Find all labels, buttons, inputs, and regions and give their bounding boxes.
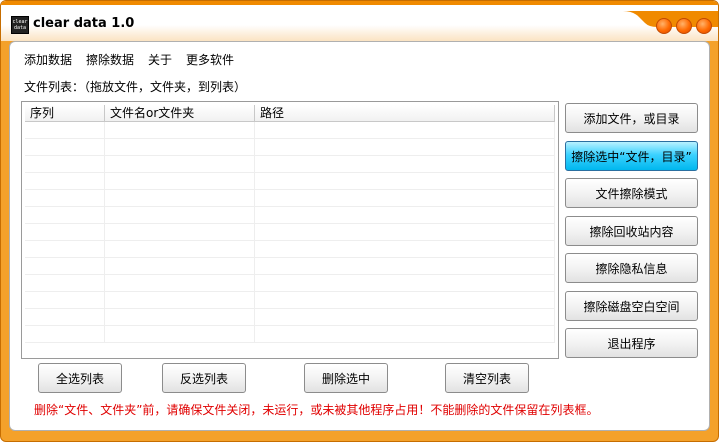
- table-row[interactable]: [25, 139, 555, 156]
- table-cell: [255, 122, 555, 138]
- add-file-or-folder-button[interactable]: 添加文件，或目录: [565, 103, 698, 133]
- table-row[interactable]: [25, 275, 555, 292]
- table-cell: [105, 309, 255, 325]
- app-icon: clear data: [11, 16, 29, 34]
- table-row[interactable]: [25, 292, 555, 309]
- table-cell: [105, 173, 255, 189]
- exit-button[interactable]: 退出程序: [565, 328, 698, 358]
- table-cell: [105, 224, 255, 240]
- client-area: 添加数据 擦除数据 关于 更多软件 文件列表：（拖放文件，文件夹，到列表） 序列…: [9, 41, 710, 431]
- table-row[interactable]: [25, 122, 555, 139]
- menu-add-data[interactable]: 添加数据: [24, 51, 72, 68]
- table-row[interactable]: [25, 190, 555, 207]
- list-body[interactable]: [25, 122, 555, 354]
- table-cell: [255, 224, 555, 240]
- table-cell: [105, 122, 255, 138]
- menu-erase-data[interactable]: 擦除数据: [86, 51, 134, 68]
- file-list[interactable]: 序列 文件名or文件夹 路径: [21, 101, 559, 359]
- close-icon[interactable]: [696, 18, 712, 34]
- table-cell: [255, 207, 555, 223]
- table-row[interactable]: [25, 326, 555, 343]
- clear-list-button[interactable]: 清空列表: [445, 363, 529, 393]
- table-cell: [255, 139, 555, 155]
- table-cell: [255, 309, 555, 325]
- table-row[interactable]: [25, 224, 555, 241]
- table-cell: [255, 190, 555, 206]
- table-row[interactable]: [25, 173, 555, 190]
- table-cell: [255, 173, 555, 189]
- table-cell: [25, 139, 105, 155]
- menu-bar: 添加数据 擦除数据 关于 更多软件: [24, 51, 234, 68]
- table-row[interactable]: [25, 258, 555, 275]
- erase-free-space-button[interactable]: 擦除磁盘空白空间: [565, 291, 698, 321]
- title-stripe: [1, 1, 718, 5]
- table-cell: [25, 275, 105, 291]
- table-cell: [255, 156, 555, 172]
- table-cell: [105, 275, 255, 291]
- table-cell: [255, 292, 555, 308]
- table-cell: [255, 241, 555, 257]
- table-cell: [105, 207, 255, 223]
- table-row[interactable]: [25, 207, 555, 224]
- maximize-icon[interactable]: [676, 18, 692, 34]
- table-row[interactable]: [25, 309, 555, 326]
- table-cell: [105, 326, 255, 342]
- table-cell: [25, 122, 105, 138]
- warning-text: 删除“文件、文件夹”前，请确保文件关闭，未运行，或未被其他程序占用！不能删除的文…: [34, 403, 599, 417]
- column-header-name[interactable]: 文件名or文件夹: [105, 105, 255, 121]
- file-erase-mode-button[interactable]: 文件擦除模式: [565, 178, 698, 208]
- file-list-label: 文件列表：（拖放文件，文件夹，到列表）: [24, 80, 247, 94]
- erase-recycle-bin-button[interactable]: 擦除回收站内容: [565, 216, 698, 246]
- delete-selected-button[interactable]: 删除选中: [304, 363, 388, 393]
- table-cell: [25, 326, 105, 342]
- column-header-index[interactable]: 序列: [25, 105, 105, 121]
- erase-selected-button[interactable]: 擦除选中“文件，目录”: [565, 141, 698, 171]
- table-cell: [105, 190, 255, 206]
- window-title: clear data 1.0: [33, 16, 135, 31]
- invert-selection-button[interactable]: 反选列表: [162, 363, 246, 393]
- app-window: clear data clear data 1.0 添加数据 擦除数据 关于 更…: [0, 0, 719, 442]
- erase-privacy-info-button[interactable]: 擦除隐私信息: [565, 253, 698, 283]
- table-cell: [105, 241, 255, 257]
- table-row[interactable]: [25, 156, 555, 173]
- table-cell: [25, 173, 105, 189]
- table-cell: [105, 156, 255, 172]
- menu-about[interactable]: 关于: [148, 51, 172, 68]
- table-cell: [105, 292, 255, 308]
- table-cell: [25, 156, 105, 172]
- table-cell: [25, 190, 105, 206]
- table-cell: [25, 224, 105, 240]
- title-bar[interactable]: clear data clear data 1.0: [1, 1, 718, 41]
- table-cell: [255, 258, 555, 274]
- table-cell: [25, 292, 105, 308]
- table-cell: [25, 258, 105, 274]
- table-cell: [25, 207, 105, 223]
- minimize-icon[interactable]: [656, 18, 672, 34]
- select-all-button[interactable]: 全选列表: [38, 363, 122, 393]
- app-icon-text-bottom: data: [13, 25, 27, 31]
- table-cell: [105, 258, 255, 274]
- table-row[interactable]: [25, 241, 555, 258]
- table-cell: [255, 275, 555, 291]
- list-header: 序列 文件名or文件夹 路径: [25, 105, 555, 122]
- table-cell: [25, 241, 105, 257]
- table-cell: [105, 139, 255, 155]
- menu-more-software[interactable]: 更多软件: [186, 51, 234, 68]
- table-cell: [25, 309, 105, 325]
- column-header-path[interactable]: 路径: [255, 105, 555, 121]
- table-cell: [255, 326, 555, 342]
